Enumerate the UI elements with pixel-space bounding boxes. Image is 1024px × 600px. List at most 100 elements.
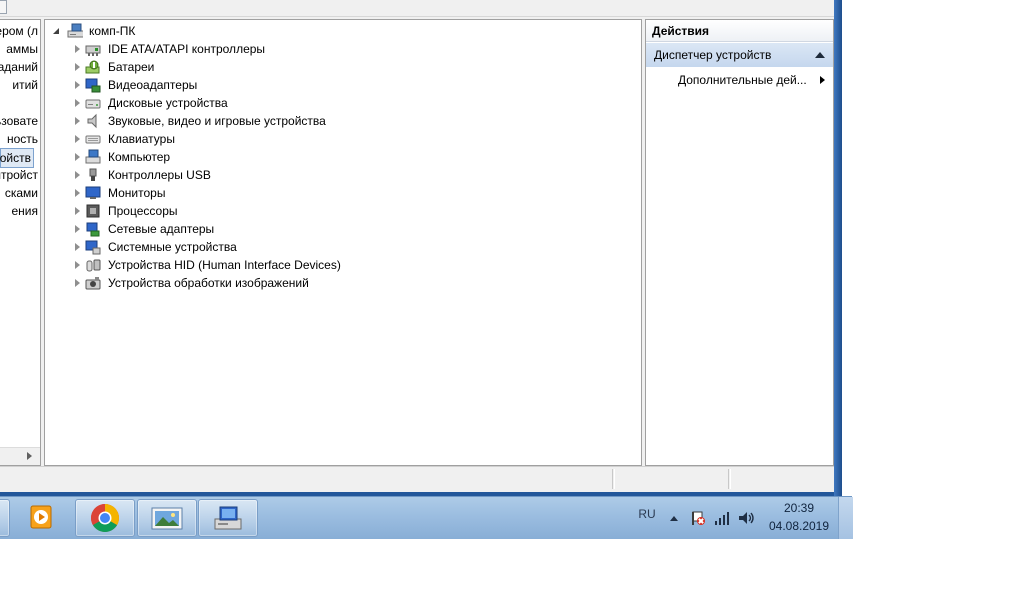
collapse-caret-icon[interactable] <box>815 52 825 58</box>
status-bar-divider <box>612 469 615 489</box>
more-actions-label: Дополнительные дей... <box>678 73 807 87</box>
console-tree-item-label: заданий <box>0 60 38 74</box>
actions-section-device-manager[interactable]: Диспетчер устройств <box>646 43 833 67</box>
language-indicator[interactable]: RU <box>632 507 662 521</box>
expand-arrow-icon[interactable] <box>75 153 80 161</box>
expand-arrow-icon[interactable] <box>75 45 80 53</box>
device-category-label: Компьютер <box>108 150 171 164</box>
expand-arrow-icon[interactable] <box>75 117 80 125</box>
console-tree-item[interactable]: итий <box>0 76 40 94</box>
more-actions-item[interactable]: Дополнительные дей... <box>646 70 833 90</box>
device-category-label: Звуковые, видео и игровые устройства <box>108 114 326 128</box>
expand-arrow-icon[interactable] <box>75 225 80 233</box>
toolbar-button[interactable] <box>0 0 7 14</box>
clock-date[interactable]: 04.08.2019 <box>768 519 830 533</box>
horizontal-scrollbar[interactable] <box>0 447 40 465</box>
processor-icon <box>86 204 100 218</box>
device-category-label: Устройства HID (Human Interface Devices) <box>108 258 341 272</box>
device-category-label: Сетевые адаптеры <box>108 222 215 236</box>
monitor-icon <box>85 186 101 199</box>
hid-icon <box>86 259 101 272</box>
taskbar-button-picture-viewer[interactable] <box>137 499 197 537</box>
console-tree-item[interactable]: ность <box>0 130 40 148</box>
expand-arrow-icon[interactable] <box>75 63 80 71</box>
actions-title: Действия <box>646 20 833 42</box>
computer-icon <box>67 23 83 38</box>
expand-arrow-icon[interactable] <box>75 99 80 107</box>
network-adapter-icon <box>86 222 100 237</box>
expand-arrow-icon[interactable] <box>75 207 80 215</box>
console-tree-item[interactable]: аммы <box>0 40 40 58</box>
console-tree-pane[interactable]: ером (л аммы заданий итий льзовате ность ойств… <box>0 19 41 466</box>
tree-root-label: комп-ПК <box>89 24 136 38</box>
expand-arrow-icon[interactable] <box>75 189 80 197</box>
expand-arrow-icon[interactable] <box>75 243 80 251</box>
status-bar <box>0 466 834 491</box>
action-center-flag-icon[interactable] <box>690 510 706 526</box>
show-desktop-button[interactable] <box>838 497 853 539</box>
chrome-icon <box>91 504 119 532</box>
expanded-arrow-icon[interactable] <box>53 28 59 34</box>
console-tree-item[interactable]: заданий <box>0 58 40 76</box>
usb-icon <box>89 168 97 181</box>
console-tree-item-label: сками <box>4 186 38 200</box>
taskbar-button-device-manager[interactable] <box>198 499 258 537</box>
actions-section-label: Диспетчер устройств <box>654 48 772 62</box>
console-tree-item[interactable]: ером (л <box>0 22 40 40</box>
device-category-label: Контроллеры USB <box>108 168 211 182</box>
device-category-label: Клавиатуры <box>108 132 175 146</box>
console-tree-item-label: ения <box>11 204 38 218</box>
expand-arrow-icon[interactable] <box>75 81 80 89</box>
device-manager-icon <box>214 506 242 530</box>
console-tree-item[interactable]: ения <box>0 202 40 220</box>
console-tree-item[interactable] <box>0 94 40 112</box>
toolbar-strip <box>0 0 834 17</box>
battery-icon <box>85 60 100 74</box>
computer-icon <box>85 149 101 164</box>
console-tree-item-label: итий <box>12 78 38 92</box>
console-tree-item-label: ойств <box>0 151 31 165</box>
picture-viewer-icon <box>151 507 183 530</box>
device-manager-window: ером (л аммы заданий итий льзовате ность ойств… <box>0 0 834 492</box>
expand-arrow-icon[interactable] <box>75 261 80 269</box>
console-tree-item[interactable]: сками <box>0 184 40 202</box>
console-tree-item-label: нтройст <box>0 168 38 182</box>
device-category-label: Устройства обработки изображений <box>108 276 309 290</box>
console-tree-item-label: льзовате <box>0 114 38 128</box>
console-tree-item-label: ность <box>6 132 38 146</box>
device-category-label: Мониторы <box>108 186 166 200</box>
system-devices-icon <box>85 240 101 255</box>
console-tree-item-label: аммы <box>6 42 38 56</box>
keyboard-icon <box>85 135 101 144</box>
expand-arrow-icon[interactable] <box>75 279 80 287</box>
console-tree-item[interactable]: ойств <box>0 148 34 168</box>
network-signal-icon[interactable] <box>714 510 730 526</box>
taskbar-button-chrome[interactable] <box>75 499 135 537</box>
window-right-border[interactable] <box>834 0 842 496</box>
imaging-device-icon <box>85 277 101 290</box>
taskbar-button-media[interactable] <box>12 499 70 535</box>
submenu-arrow-icon <box>820 76 825 84</box>
volume-icon[interactable] <box>738 510 756 526</box>
expand-arrow-icon[interactable] <box>75 135 80 143</box>
device-category-label: Видеоадаптеры <box>108 78 198 92</box>
device-category-label: Дисковые устройства <box>108 96 228 110</box>
console-tree-item[interactable]: льзовате <box>0 112 40 130</box>
clock-time[interactable]: 20:39 <box>768 501 830 515</box>
device-category-label: Батареи <box>108 60 155 74</box>
device-category-label: Процессоры <box>108 204 178 218</box>
device-tree-pane[interactable]: комп-ПК IDE ATA/ATAPI контроллеры Батареи… <box>44 19 642 466</box>
status-bar-divider <box>728 469 731 489</box>
actions-pane: Действия Диспетчер устройств Дополнитель… <box>645 19 834 466</box>
console-tree-item[interactable]: нтройст <box>0 166 40 184</box>
expand-arrow-icon[interactable] <box>75 171 80 179</box>
media-player-icon <box>30 505 52 529</box>
sound-icon <box>87 113 97 129</box>
taskbar-button-partial[interactable] <box>0 499 10 537</box>
console-tree-item-label: ером (л <box>0 24 38 38</box>
show-hidden-icons-icon[interactable] <box>669 510 679 526</box>
device-category-label: Системные устройства <box>108 240 237 254</box>
taskbar: RU 20:39 04.08.2019 <box>0 496 853 539</box>
display-adapter-icon <box>85 78 101 93</box>
scroll-right-arrow-icon[interactable] <box>27 452 32 460</box>
